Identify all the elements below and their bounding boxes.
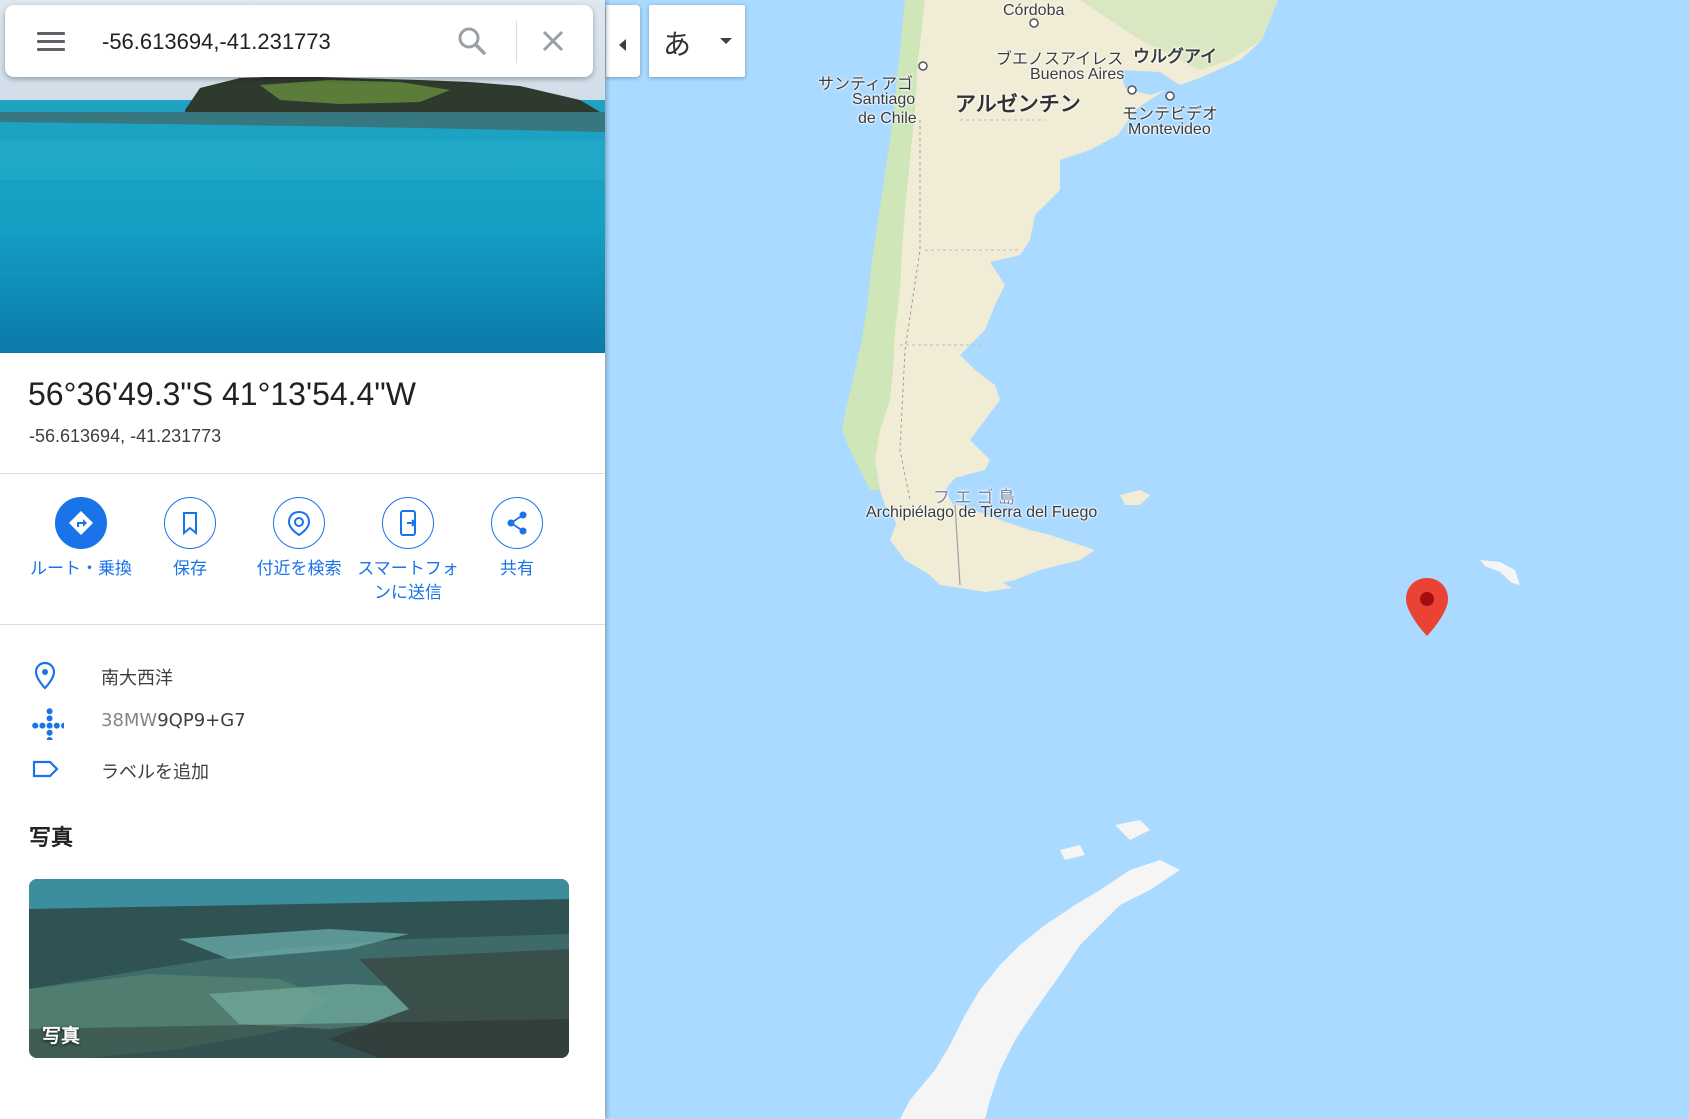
nearby-search-button[interactable]: 付近を検索 [244,497,354,581]
search-box [5,5,593,77]
save-label: 保存 [173,559,207,579]
pluscode-row[interactable]: 38MW9QP9+G7 [0,699,605,743]
save-button[interactable]: 保存 [135,497,245,581]
map-label-uruguay: ウルグアイ [1133,47,1218,66]
label-tag-icon [32,760,59,778]
share-icon [507,511,527,535]
place-title: 56°36'49.3"S 41°13'54.4"W [28,376,416,412]
send-to-phone-label: スマートフォンに送信 [357,559,459,603]
location-text: 南大西洋 [101,668,173,689]
close-icon[interactable] [533,21,573,61]
share-button[interactable]: 共有 [462,497,572,581]
pluscode-prefix: 38MW [101,710,158,731]
share-label: 共有 [500,559,534,579]
chevron-left-icon [619,39,626,51]
caret-down-icon [720,38,732,44]
photo-card-label: 写真 [42,1025,81,1047]
collapse-panel-button[interactable] [606,5,640,77]
photo-thumbnail [29,879,569,1058]
send-to-phone-button[interactable]: スマートフォンに送信 [353,497,463,605]
location-pin-icon[interactable] [1406,578,1448,636]
plus-code-icon [32,708,64,740]
bookmark-icon [183,512,197,536]
place-decimal-coords: -56.613694, -41.231773 [29,426,222,446]
location-row[interactable]: 南大西洋 [0,653,605,697]
menu-icon[interactable] [23,23,79,59]
directions-icon [69,511,93,535]
map-label-argentina: アルゼンチン [955,93,1081,116]
language-button[interactable]: あ [649,5,745,77]
divider [0,473,605,474]
pluscode-code: 9QP9+G7 [157,710,246,731]
map-label-fuego: Archipiélago de Tierra del Fuego [866,504,1098,521]
add-label-text: ラベルを追加 [101,762,209,783]
map-label-montevideo: Montevideo [1128,121,1211,138]
nearby-search-icon [287,510,311,537]
map-label-cordoba: Córdoba [1003,2,1065,19]
search-icon[interactable] [452,21,492,61]
pluscode-text: 38MW9QP9+G7 [101,710,246,731]
nearby-search-label: 付近を検索 [256,559,342,579]
language-label: あ [663,28,692,61]
photo-card[interactable]: 写真 [29,879,569,1058]
map-label-santiago-1: Santiago [852,91,916,108]
location-pin-outline-icon [34,661,56,690]
directions-label: ルート・乗換 [30,559,132,579]
search-divider [516,21,517,63]
photos-section-title: 写真 [29,826,74,851]
search-input[interactable] [100,23,434,61]
map-label-buenos-aires: Buenos Aires [1030,66,1125,83]
divider [0,624,605,625]
map-label-santiago-2: de Chile [858,110,917,127]
side-panel: 56°36'49.3"S 41°13'54.4"W -56.613694, -4… [0,0,605,1119]
send-to-phone-icon [400,510,417,536]
directions-button[interactable]: ルート・乗換 [26,497,136,581]
add-label-row[interactable]: ラベルを追加 [0,747,605,791]
